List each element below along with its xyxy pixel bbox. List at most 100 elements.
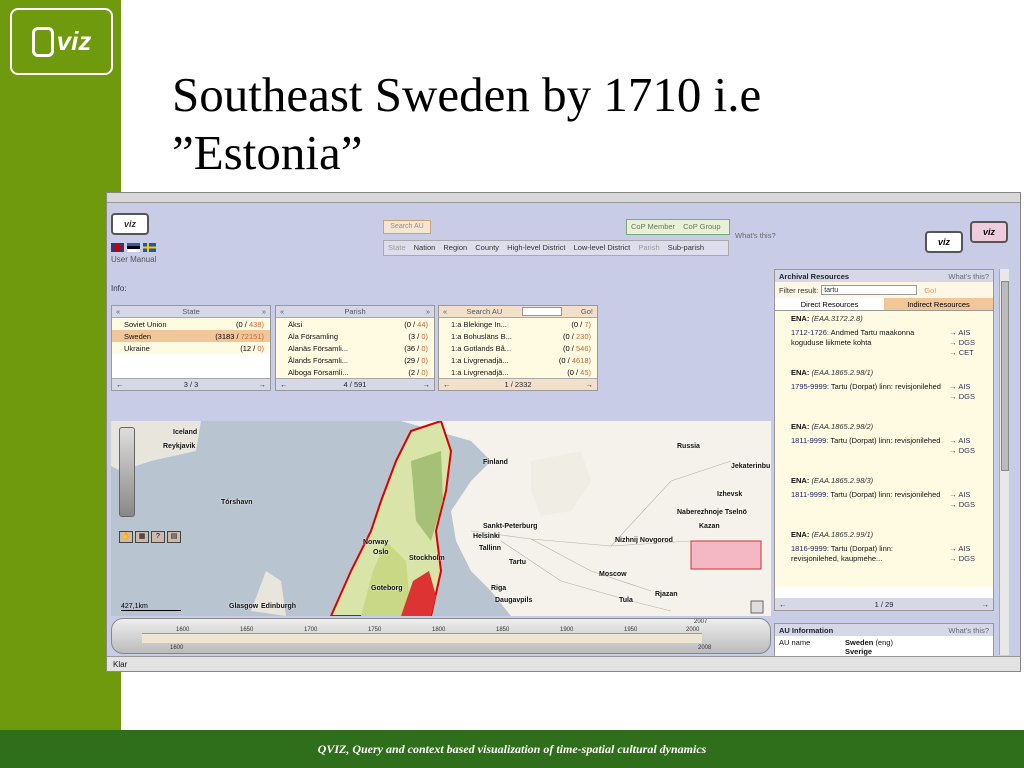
map-label: Reykjavik [163,443,196,450]
list-item[interactable]: Ålands Församli... (29 / 0) [276,354,434,366]
level-county[interactable]: County [475,243,499,252]
level-region[interactable]: Region [443,243,467,252]
map-view[interactable]: ✋ ▦ ? ▤ Iceland Reykjavik Tórshavn Finla… [111,421,771,616]
map-zoom-slider[interactable] [119,427,135,517]
swedish-flag-icon[interactable] [143,243,156,252]
state-next-button[interactable]: » [262,307,266,316]
filter-input[interactable]: tartu [821,285,918,295]
row-count: (36 / 0) [404,344,428,353]
qviz-button-alt[interactable]: viz [970,221,1008,243]
prev-page-arrow[interactable]: ← [280,380,288,389]
cet-link[interactable]: → CET [949,348,975,358]
prev-page-arrow[interactable]: ← [779,600,787,609]
level-sub-parish[interactable]: Sub-parish [668,243,704,252]
ais-link[interactable]: → AIS [949,328,975,338]
au-go-button[interactable]: Go! [581,307,593,316]
page-scrollbar[interactable] [999,269,1009,655]
list-item[interactable]: 1:a Livgrenadjä... (0 / 4618) [439,354,597,366]
user-manual-link[interactable]: User Manual [111,255,156,264]
level-high-district[interactable]: High-level District [507,243,565,252]
count: (0 / [236,319,247,329]
cop-member-button[interactable]: CoP Member [631,222,675,231]
row-name: 1:a Gotlands Bå... [451,343,512,353]
list-item-selected[interactable]: Sweden (3183 / 72151) [112,330,270,342]
next-page-arrow[interactable]: → [981,600,989,609]
record-date: 1811-9999: [791,436,829,445]
prev-page-arrow[interactable]: ← [116,380,124,389]
level-nation[interactable]: Nation [414,243,436,252]
info-tool-icon[interactable]: ? [151,531,165,543]
au-info-whats-this[interactable]: What's this? [948,626,989,635]
tab-indirect-resources[interactable]: Indirect Resources [884,298,993,310]
map-label: Tula [619,597,633,604]
list-item[interactable]: Ala Församling (3 / 0) [276,330,434,342]
scrollbar-thumb[interactable] [1001,281,1009,471]
ais-link[interactable]: → AIS [949,544,975,554]
layers-tool-icon[interactable]: ▦ [135,531,149,543]
list-item[interactable]: 1:a Bohusläns B... (0 / 230) [439,330,597,342]
cop-group-button[interactable]: CoP Group [683,222,720,231]
dgs-link[interactable]: → DGS [949,392,975,402]
dgs-link[interactable]: → DGS [949,500,975,510]
au-information-panel: AU Information What's this? AU name Swed… [774,623,994,657]
state-prev-button[interactable]: « [116,307,120,316]
ais-link[interactable]: → AIS [949,490,975,500]
row-name: Alboga Församli... [288,367,349,377]
record-links: → AIS → DGS [949,544,975,564]
english-flag-icon[interactable] [111,243,124,252]
record-text: Tartu (Dorpat) linn: revisjonilehed [830,490,941,499]
resource-record[interactable]: 1811-9999: Tartu (Dorpat) linn: revisjon… [775,487,993,527]
list-item[interactable]: 1:a Gotlands Bå... (0 / 546) [439,342,597,354]
level-parish[interactable]: Parish [638,243,659,252]
info-label: Info: [111,284,127,293]
list-item[interactable]: Alboga Församli... (2 / 0) [276,366,434,378]
archive-whats-this[interactable]: What's this? [948,272,989,281]
level-state[interactable]: State [388,243,406,252]
estonian-flag-icon[interactable] [127,243,140,252]
list-item[interactable]: Alanäs Församli... (36 / 0) [276,342,434,354]
resource-record[interactable]: 1712-1726: Andmed Tartu maakonna kogudus… [775,325,993,365]
dgs-link[interactable]: → DGS [949,338,975,348]
print-tool-icon[interactable]: ▤ [167,531,181,543]
au-prev-button[interactable]: « [443,307,447,316]
qviz-button[interactable]: viz [925,231,963,253]
parish-prev-button[interactable]: « [280,307,284,316]
list-item[interactable]: Äksi (0 / 44) [276,318,434,330]
resource-record[interactable]: 1816-9999: Tartu (Dorpat) linn: revisjon… [775,541,993,581]
parish-panel-footer: ← 4 / 591 → [276,378,434,390]
resource-record[interactable]: 1811-9999: Tartu (Dorpat) linn: revisjon… [775,433,993,473]
next-page-arrow[interactable]: → [585,380,593,389]
resource-record[interactable]: 1795-9999: Tartu (Dorpat) linn: revisjon… [775,379,993,419]
list-item[interactable]: Ukraine (12 / 0) [112,342,270,354]
app-logo[interactable]: viz [111,213,149,235]
next-page-arrow[interactable]: → [259,380,267,389]
next-page-arrow[interactable]: → [423,380,431,389]
prev-page-arrow[interactable]: ← [443,380,451,389]
timeline-marker[interactable]: 2007 [694,619,707,625]
list-item[interactable]: Soviet Union (0 / 438) [112,318,270,330]
ais-link[interactable]: → AIS [949,382,975,392]
timeline-year: 2000 [686,627,700,633]
level-low-district[interactable]: Low-level District [574,243,631,252]
map-label: Izhevsk [717,491,743,498]
dgs-link[interactable]: → DGS [949,446,975,456]
pan-tool-icon[interactable]: ✋ [119,531,133,543]
map-label: Sankt-Peterburg [483,523,538,530]
parish-next-button[interactable]: » [426,307,430,316]
whats-this-link[interactable]: What's this? [735,231,776,240]
au-name: Sweden [845,638,874,647]
search-au-button[interactable]: Search AU [383,220,431,234]
ena-code: (EAA.1865.2.99/1) [811,530,874,539]
dgs-link[interactable]: → DGS [949,554,975,564]
count: (0 / [567,367,579,377]
search-au-input[interactable] [521,307,562,316]
timeline-slider[interactable]: 1600 1650 1700 1750 1800 1850 1900 1950 … [111,618,771,654]
list-item[interactable]: 1:a Blekinge In... (0 / 7) [439,318,597,330]
ena-label: ENA: [791,314,810,323]
slide: viz Southeast Sweden by 1710 i.e ”Estoni… [0,0,1024,768]
tab-direct-resources[interactable]: Direct Resources [775,298,884,310]
count: (0 / [558,355,570,365]
filter-go-button[interactable]: Go! [924,286,936,295]
list-item[interactable]: 1:a Livgrenadjä... (0 / 45) [439,366,597,378]
ais-link[interactable]: → AIS [949,436,975,446]
